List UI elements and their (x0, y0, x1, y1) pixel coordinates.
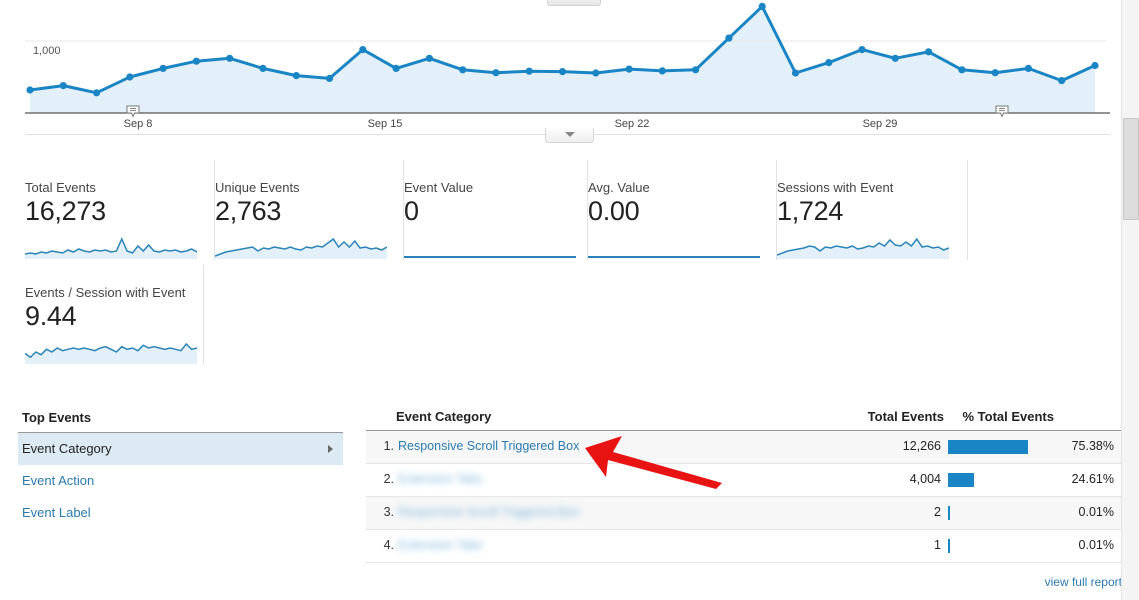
row-percent-bar (948, 439, 1054, 455)
row-percent-bar (948, 472, 1054, 488)
metric-sparkline (24, 338, 198, 373)
metric-value: 1,724 (777, 196, 844, 226)
row-dimension-link[interactable]: Extension Tabs (398, 472, 483, 486)
scrollbar-thumb[interactable] (1123, 118, 1139, 220)
table-row[interactable]: 4. Extension Tabs 1 0.01% (366, 530, 1122, 563)
vertical-scrollbar[interactable] (1121, 0, 1139, 600)
row-dimension-link[interactable]: Responsive Scroll Triggered Box (398, 439, 579, 453)
top-events-item-label: Event Category (22, 441, 112, 456)
metric-label: Avg. Value (588, 180, 650, 195)
row-percent-value: 75.38% (1071, 439, 1114, 453)
metric-label: Events / Session with Event (25, 285, 186, 300)
annotation-marker-icon[interactable] (995, 105, 1009, 118)
chevron-right-icon (328, 445, 333, 453)
row-index: 2. (383, 472, 394, 486)
row-index: 1. (383, 439, 394, 453)
metric-card-unique-events[interactable]: Unique Events 2,763 (214, 160, 404, 260)
x-tick-label: Sep 15 (367, 118, 403, 130)
row-dimension-link[interactable]: Extension Tabs (398, 538, 483, 552)
table-row[interactable]: 2. Extension Tabs 4,004 24.61% (366, 464, 1122, 497)
metric-card-events-per-session[interactable]: Events / Session with Event 9.44 (24, 265, 204, 365)
metric-sparkline (24, 233, 198, 268)
sidebar-item-event-action[interactable]: Event Action (18, 465, 343, 497)
metric-card-row-1: Total Events 16,273 Unique Events 2,763 … (0, 160, 1122, 265)
column-header-pct-total-events: % Total Events (962, 409, 1054, 424)
column-header-total-events: Total Events (867, 409, 944, 424)
row-index: 4. (383, 538, 394, 552)
metric-label: Total Events (25, 180, 96, 195)
table-row[interactable]: 1. Responsive Scroll Triggered Box 12,26… (366, 431, 1122, 464)
event-category-table: Event Category Total Events % Total Even… (366, 405, 1122, 589)
row-percent-value: 0.01% (1078, 505, 1114, 519)
metric-sparkline (776, 233, 950, 268)
chart-plot-area (0, 0, 1122, 118)
metric-card-total-events[interactable]: Total Events 16,273 (24, 160, 215, 260)
analytics-events-overview: 1,000 Sep 8 Sep 15 Sep 22 Sep 29 Total E… (0, 0, 1139, 600)
metric-card-avg-value[interactable]: Avg. Value 0.00 (588, 160, 777, 260)
table-row[interactable]: 3. Responsive Scroll Triggered Box 2 0.0… (366, 497, 1122, 530)
top-events-title: Top Events (18, 405, 343, 433)
row-percent-bar (948, 538, 1054, 554)
row-percent-value: 24.61% (1071, 472, 1114, 486)
row-total-events: 12,266 (902, 439, 941, 453)
top-events-panel: Top Events Event Category Event Action E… (18, 405, 343, 529)
metric-sparkline (588, 233, 760, 268)
metric-sparkline (404, 233, 576, 268)
metric-card-sessions-with-event[interactable]: Sessions with Event 1,724 (776, 160, 968, 260)
row-total-events: 2 (934, 505, 941, 519)
top-events-item-label: Event Label (22, 505, 91, 520)
events-timeline-chart: 1,000 Sep 8 Sep 15 Sep 22 Sep 29 (0, 0, 1122, 143)
metric-cards: Total Events 16,273 Unique Events 2,763 … (0, 160, 1122, 373)
chart-line-svg (25, 2, 1110, 114)
x-tick-label: Sep 8 (123, 118, 153, 130)
metric-value: 9.44 (25, 301, 77, 331)
metric-value: 0 (404, 196, 419, 226)
metric-value: 16,273 (25, 196, 106, 226)
row-index: 3. (383, 505, 394, 519)
metric-value: 0.00 (588, 196, 640, 226)
metric-label: Sessions with Event (777, 180, 894, 195)
metric-label: Event Value (404, 180, 474, 195)
x-tick-label: Sep 22 (614, 118, 650, 130)
table-header-row: Event Category Total Events % Total Even… (366, 405, 1122, 431)
top-events-item-label: Event Action (22, 473, 95, 488)
metric-value: 2,763 (215, 196, 282, 226)
row-percent-value: 0.01% (1078, 538, 1114, 552)
row-percent-bar (948, 505, 1054, 521)
row-total-events: 4,004 (909, 472, 941, 486)
x-tick-label: Sep 29 (862, 118, 898, 130)
sidebar-item-event-label[interactable]: Event Label (18, 497, 343, 529)
metric-sparkline (214, 233, 388, 268)
metric-card-row-2: Events / Session with Event 9.44 (0, 265, 1122, 373)
row-dimension-link[interactable]: Responsive Scroll Triggered Box (398, 505, 579, 519)
metric-card-event-value[interactable]: Event Value 0 (404, 160, 588, 260)
view-full-report-link[interactable]: view full report (1045, 575, 1122, 589)
annotation-marker-icon[interactable] (126, 105, 140, 118)
chart-y-axis-label: 1,000 (33, 45, 61, 57)
metric-label: Unique Events (215, 180, 300, 195)
chart-collapse-bottom-handle[interactable] (545, 128, 594, 143)
row-total-events: 1 (934, 538, 941, 552)
column-header-event-category: Event Category (396, 409, 492, 424)
sidebar-item-event-category[interactable]: Event Category (18, 433, 343, 465)
